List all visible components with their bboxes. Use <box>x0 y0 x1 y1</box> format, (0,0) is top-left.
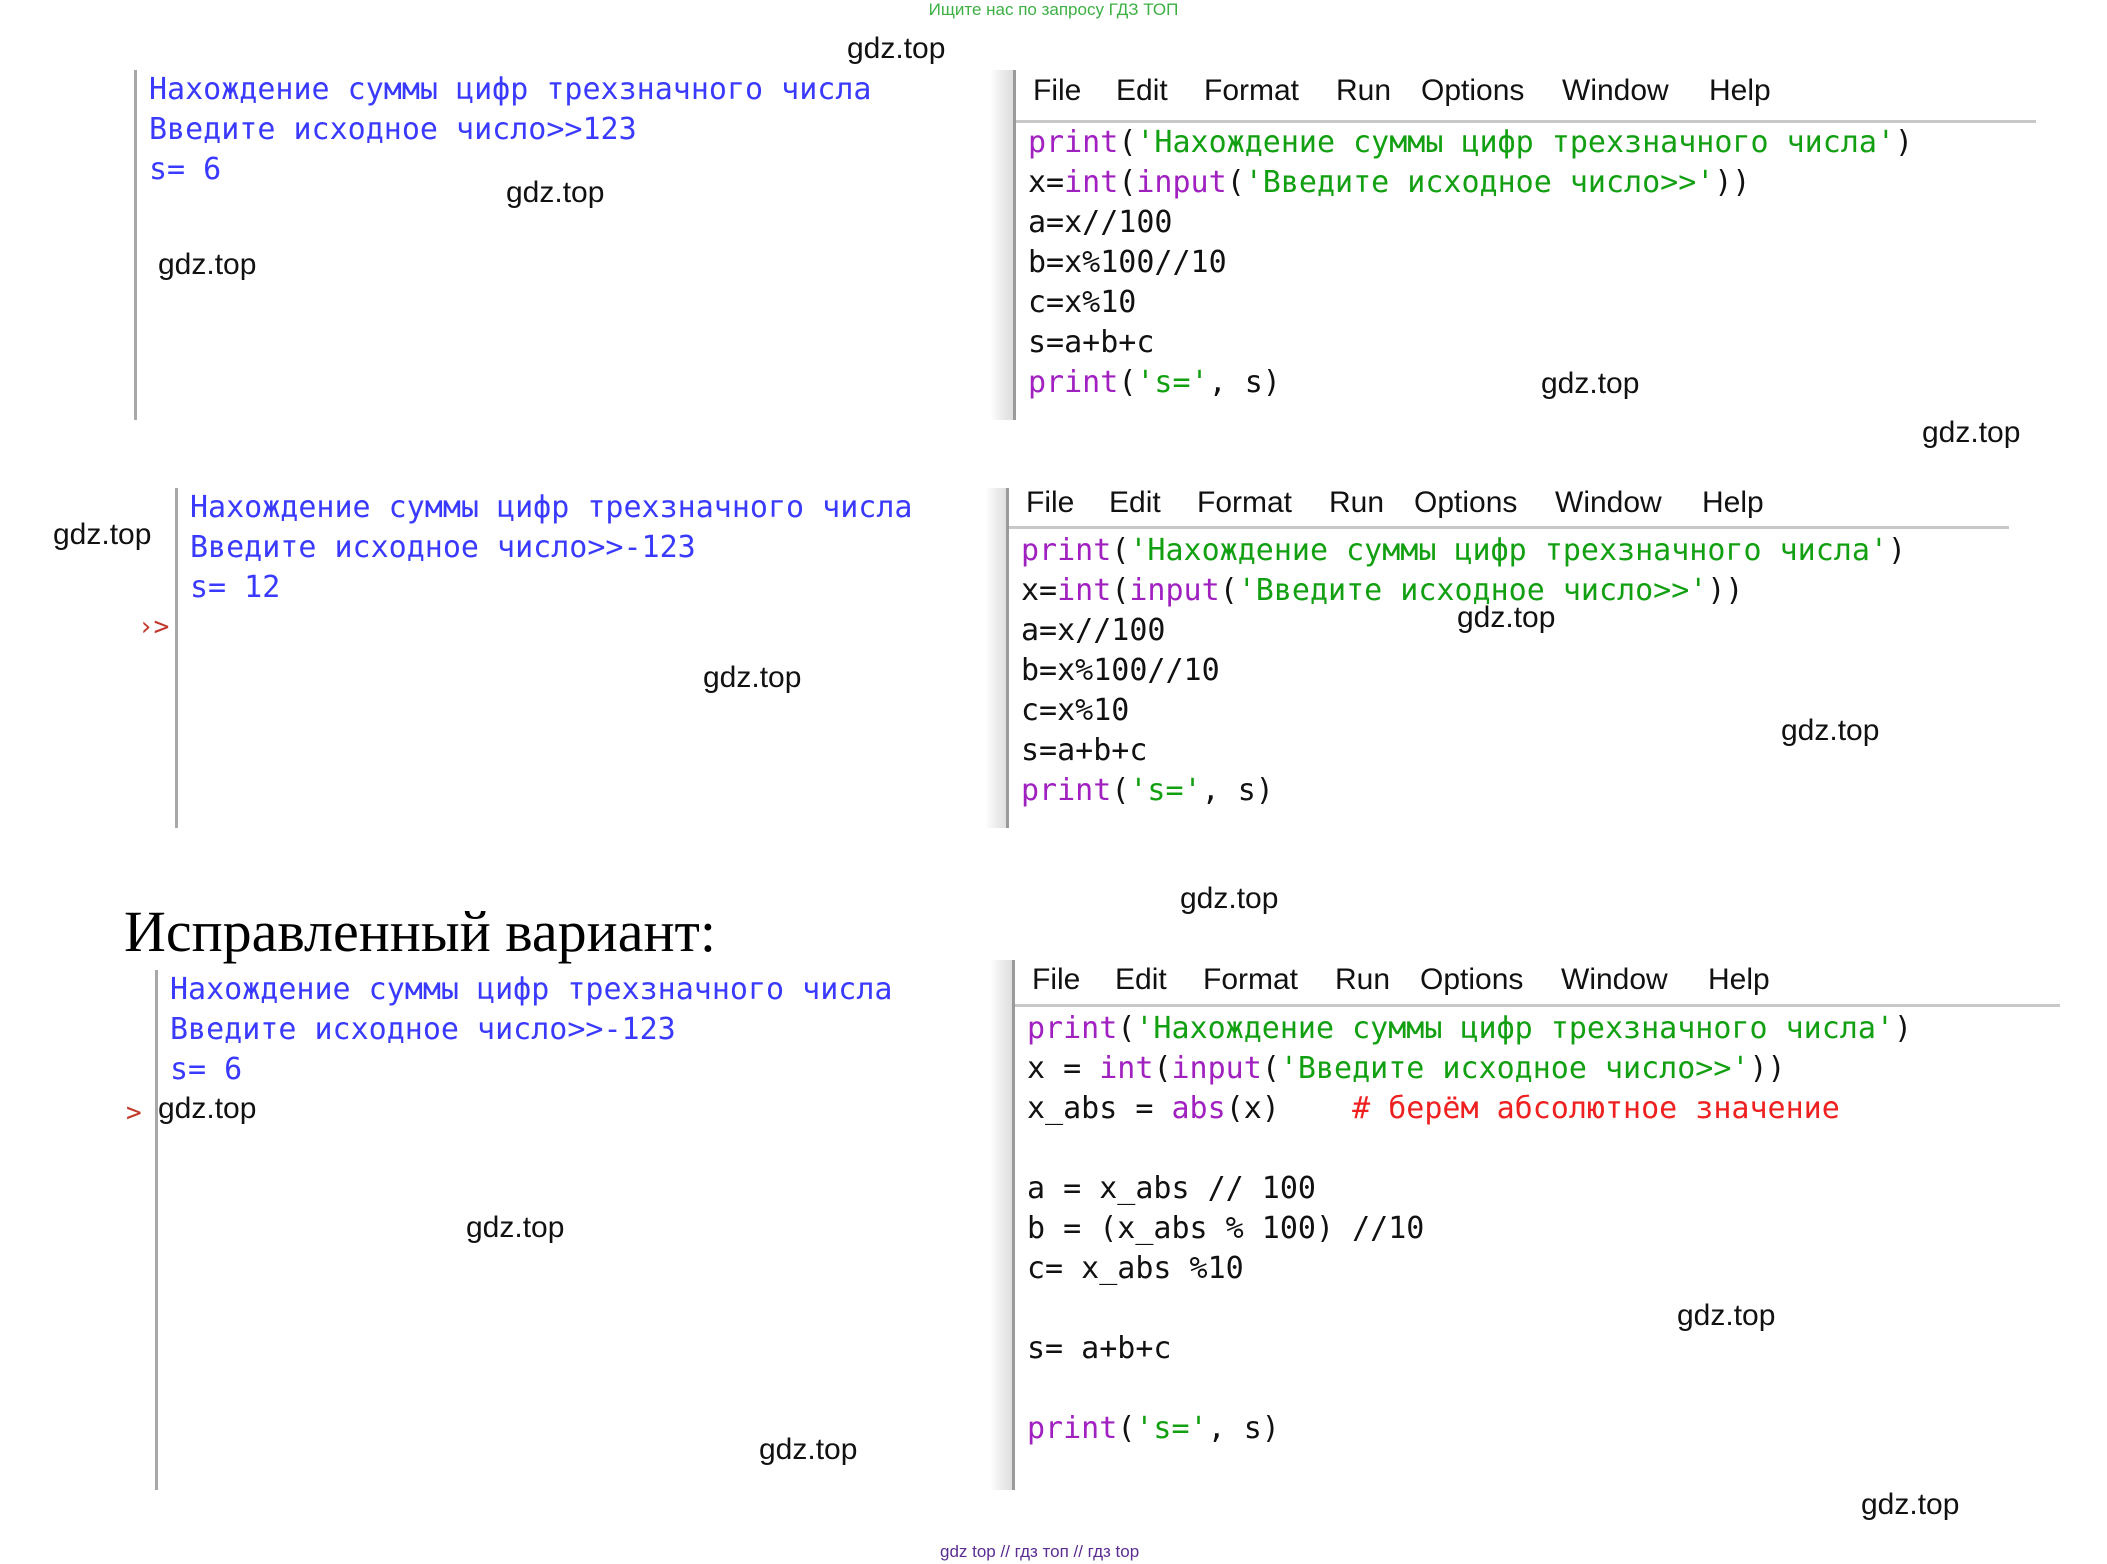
shell-line: Введите исходное число>>-123 <box>190 530 696 565</box>
shell-line: Введите исходное число>>123 <box>149 112 637 147</box>
code-line: x_abs = abs(x) # берём абсолютное значен… <box>1027 1091 1840 1126</box>
window-separator <box>990 960 1014 1490</box>
shell-line: Нахождение суммы цифр трехзначного числа <box>170 972 893 1007</box>
menu-options[interactable]: Options <box>1414 488 1555 518</box>
watermark: gdz.top <box>158 1092 257 1125</box>
menu-edit[interactable]: Edit <box>1115 960 1203 1000</box>
watermark: gdz.top <box>1861 1488 1960 1521</box>
watermark: gdz.top <box>847 32 946 65</box>
code-line: b = (x_abs % 100) //10 <box>1027 1211 1425 1246</box>
watermark: gdz.top <box>1922 416 2021 449</box>
menu-help[interactable]: Help <box>1708 960 1770 1000</box>
menu-options[interactable]: Options <box>1420 960 1561 1000</box>
menu-options[interactable]: Options <box>1421 74 1562 120</box>
menu-file[interactable]: File <box>1033 74 1116 120</box>
menu-edit[interactable]: Edit <box>1109 488 1197 518</box>
shell-line: s= 12 <box>190 570 281 605</box>
watermark: gdz.top <box>466 1211 565 1244</box>
shell-line: s= 6 <box>170 1052 243 1087</box>
watermark: gdz.top <box>506 176 605 209</box>
watermark: gdz.top <box>53 518 152 551</box>
watermark: gdz.top <box>1541 367 1640 400</box>
shell-prompt-icon: ›> <box>138 612 170 642</box>
shell-output-3: Нахождение суммы цифр трехзначного числа… <box>155 970 998 1490</box>
code-line: c=x%10 <box>1028 285 1137 320</box>
watermark: gdz.top <box>1180 882 1279 915</box>
menu-bar: File Edit Format Run Options Window Help <box>1016 70 2036 120</box>
code-line: print('s=', s) <box>1027 1411 1280 1446</box>
shell-output-1: Нахождение суммы цифр трехзначного числа… <box>134 70 997 420</box>
editor-window-2: File Edit Format Run Options Window Help… <box>1006 488 2009 828</box>
code-line: print('Нахождение суммы цифр трехзначног… <box>1021 533 1907 568</box>
code-line: a = x_abs // 100 <box>1027 1171 1316 1206</box>
menu-help[interactable]: Help <box>1702 488 1764 518</box>
menu-edit[interactable]: Edit <box>1116 74 1204 120</box>
menu-run[interactable]: Run <box>1336 74 1421 120</box>
menu-help[interactable]: Help <box>1709 74 1771 120</box>
shell-line: Нахождение суммы цифр трехзначного числа <box>190 490 913 525</box>
menu-file[interactable]: File <box>1032 960 1115 1000</box>
watermark: gdz.top <box>158 248 257 281</box>
menu-format[interactable]: Format <box>1203 960 1335 1000</box>
page-heading: Исправленный вариант: <box>124 899 716 964</box>
code-line: c= x_abs %10 <box>1027 1251 1244 1286</box>
menu-format[interactable]: Format <box>1204 74 1336 120</box>
shell-line: Введите исходное число>>-123 <box>170 1012 676 1047</box>
shell-prompt-icon: > <box>126 1098 142 1128</box>
menu-window[interactable]: Window <box>1555 488 1702 518</box>
code-line: print('Нахождение суммы цифр трехзначног… <box>1028 125 1914 160</box>
watermark: gdz.top <box>703 661 802 694</box>
menu-run[interactable]: Run <box>1329 488 1414 518</box>
menu-format[interactable]: Format <box>1197 488 1329 518</box>
window-separator <box>990 70 1014 420</box>
code-line: b=x%100//10 <box>1021 653 1220 688</box>
footer-links: gdz top // гдз топ // гдз top <box>940 1542 1140 1561</box>
code-area[interactable]: print('Нахождение суммы цифр трехзначног… <box>1015 1007 2060 1449</box>
menu-run[interactable]: Run <box>1335 960 1420 1000</box>
menu-bar: File Edit Format Run Options Window Help <box>1015 960 2060 1000</box>
watermark: gdz.top <box>1677 1299 1776 1332</box>
menu-bar: File Edit Format Run Options Window Help <box>1009 488 2009 518</box>
menu-file[interactable]: File <box>1026 488 1109 518</box>
editor-window-1: File Edit Format Run Options Window Help… <box>1013 70 2036 420</box>
code-line: print('s=', s) <box>1028 365 1281 400</box>
code-line: x=int(input('Введите исходное число>>')) <box>1028 165 1751 200</box>
code-line: s=a+b+c <box>1028 325 1155 360</box>
code-line: print('s=', s) <box>1021 773 1274 808</box>
watermark: gdz.top <box>759 1433 858 1466</box>
code-line: b=x%100//10 <box>1028 245 1227 280</box>
code-line: x = int(input('Введите исходное число>>'… <box>1027 1051 1786 1086</box>
code-area[interactable]: print('Нахождение суммы цифр трехзначног… <box>1016 123 2036 403</box>
shell-output-2: Нахождение суммы цифр трехзначного числа… <box>175 488 998 828</box>
watermark: gdz.top <box>1457 601 1556 634</box>
code-line: print('Нахождение суммы цифр трехзначног… <box>1027 1011 1913 1046</box>
shell-line: Нахождение суммы цифр трехзначного числа <box>149 72 872 107</box>
menu-window[interactable]: Window <box>1561 960 1708 1000</box>
top-banner: Ищите нас по запросу ГДЗ ТОП <box>928 0 1179 19</box>
editor-window-3: File Edit Format Run Options Window Help… <box>1012 960 2060 1490</box>
code-line: s= a+b+c <box>1027 1331 1172 1366</box>
menu-window[interactable]: Window <box>1562 74 1709 120</box>
watermark: gdz.top <box>1781 714 1880 747</box>
code-line: a=x//100 <box>1028 205 1173 240</box>
code-area[interactable]: print('Нахождение суммы цифр трехзначног… <box>1009 529 2009 811</box>
